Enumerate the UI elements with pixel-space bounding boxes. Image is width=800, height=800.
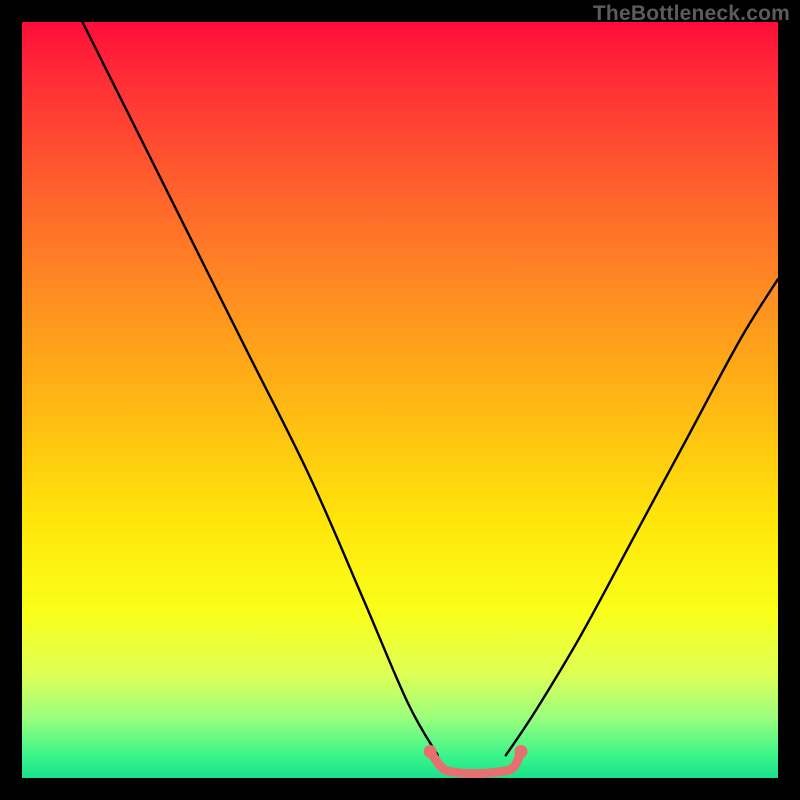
chart-frame: TheBottleneck.com: [0, 0, 800, 800]
plateau-dot-left: [424, 745, 437, 758]
right-curve: [506, 279, 778, 755]
left-curve: [83, 22, 438, 755]
plateau-dot-right: [515, 745, 528, 758]
plot-area: [22, 22, 778, 778]
curves-svg: [22, 22, 778, 778]
